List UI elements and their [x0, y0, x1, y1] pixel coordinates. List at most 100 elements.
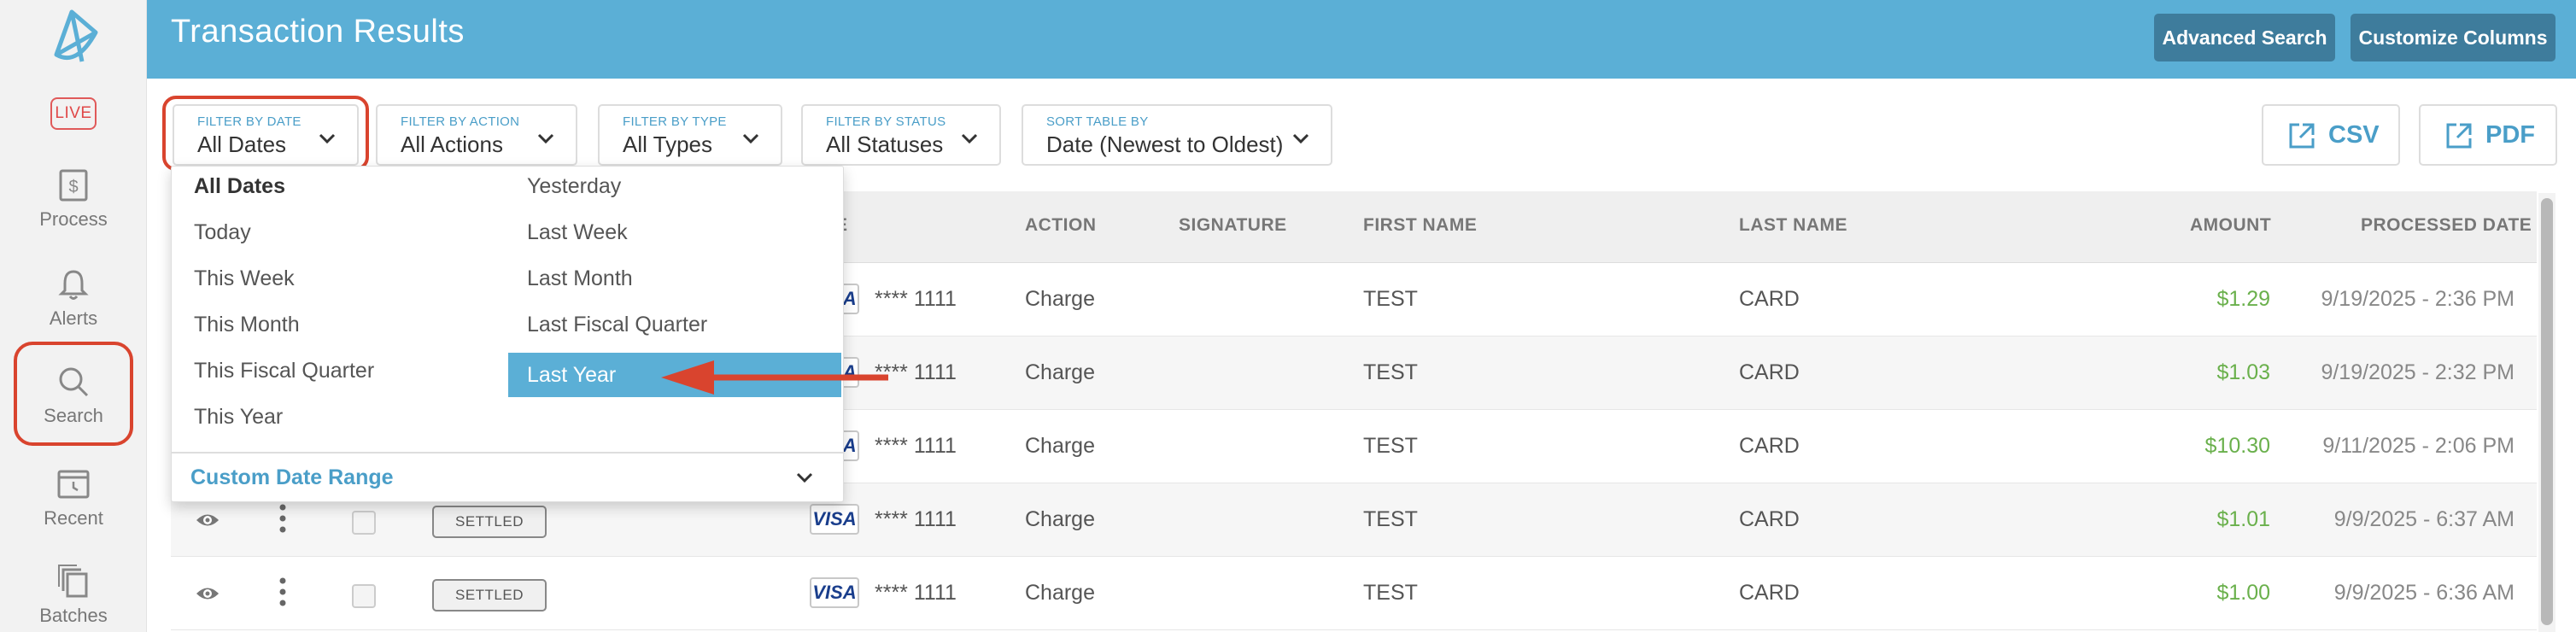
app-logo-icon[interactable]: [46, 7, 101, 68]
first-name-cell: TEST: [1363, 434, 1418, 458]
advanced-search-button[interactable]: Advanced Search: [2154, 14, 2335, 61]
sidebar-item-label: Alerts: [49, 307, 98, 329]
action-cell: Charge: [1025, 581, 1095, 605]
column-header-signature[interactable]: SIGNATURE: [1179, 215, 1287, 236]
date-option-last-fiscal-quarter[interactable]: Last Fiscal Quarter: [527, 305, 707, 344]
filter-status-dropdown[interactable]: FILTER BY STATUS All Statuses: [801, 104, 1001, 166]
action-cell: Charge: [1025, 287, 1095, 311]
eye-icon[interactable]: [195, 582, 220, 605]
date-option-this-fiscal-quarter[interactable]: This Fiscal Quarter: [194, 351, 374, 390]
sort-table-label: SORT TABLE BY: [1046, 114, 1149, 129]
processed-date-cell: 9/11/2025 - 2:06 PM: [2322, 434, 2515, 458]
chevron-down-icon: [1292, 133, 1309, 144]
chevron-down-icon: [742, 133, 759, 144]
processed-date-cell: 9/19/2025 - 2:36 PM: [2321, 287, 2515, 311]
more-options-icon[interactable]: [278, 504, 287, 533]
column-header-processed-date[interactable]: PROCESSED DATE: [2361, 215, 2532, 236]
amount-cell: $1.03: [2216, 360, 2270, 384]
annotation-highlight-date-filter: [162, 96, 369, 171]
header-bar: Transaction Results Advanced Search Cust…: [147, 0, 2576, 79]
amount-cell: $10.30: [2204, 434, 2270, 458]
column-header-action[interactable]: ACTION: [1025, 215, 1097, 236]
app-window: LIVE $ Process Alerts Search Recent Batc…: [0, 0, 2576, 632]
filter-type-dropdown[interactable]: FILTER BY TYPE All Types: [598, 104, 782, 166]
last-name-cell: CARD: [1739, 581, 1800, 605]
sort-table-dropdown[interactable]: SORT TABLE BY Date (Newest to Oldest): [1022, 104, 1332, 166]
custom-date-range-toggle[interactable]: Custom Date Range: [172, 452, 845, 503]
processed-date-cell: 9/19/2025 - 2:32 PM: [2321, 360, 2515, 384]
sidebar-item-label: Search: [44, 405, 103, 426]
filter-status-value: All Statuses: [826, 132, 944, 157]
action-cell: Charge: [1025, 507, 1095, 531]
card-number: **** 1111: [875, 507, 957, 531]
row-checkbox[interactable]: [352, 511, 376, 535]
table-scrollbar[interactable]: [2538, 193, 2556, 632]
row-checkbox[interactable]: [352, 584, 376, 608]
more-options-icon[interactable]: [278, 577, 287, 606]
card-number: **** 1111: [875, 287, 957, 311]
sidebar-item-batches[interactable]: Batches: [17, 564, 130, 632]
external-link-icon: [2446, 123, 2472, 149]
chevron-down-icon: [961, 133, 978, 144]
eye-icon[interactable]: [195, 509, 220, 531]
page-title: Transaction Results: [171, 14, 465, 50]
pdf-export-button[interactable]: PDF: [2419, 104, 2557, 166]
last-name-cell: CARD: [1739, 287, 1800, 311]
stacked-pages-icon: [58, 565, 88, 598]
date-option-last-week[interactable]: Last Week: [527, 213, 628, 252]
processed-date-cell: 9/9/2025 - 6:36 AM: [2333, 581, 2515, 605]
date-option-this-year[interactable]: This Year: [194, 397, 283, 436]
first-name-cell: TEST: [1363, 507, 1418, 531]
card-number: **** 1111: [875, 434, 957, 458]
annotation-arrow-icon: [661, 360, 888, 395]
date-option-all-dates[interactable]: All Dates: [194, 167, 285, 206]
bell-icon: [58, 270, 89, 300]
sidebar: LIVE $ Process Alerts Search Recent Batc…: [0, 0, 147, 632]
card-number: **** 1111: [875, 581, 957, 605]
amount-cell: $1.00: [2216, 581, 2270, 605]
date-option-today[interactable]: Today: [194, 213, 251, 252]
csv-label: CSV: [2328, 121, 2380, 149]
first-name-cell: TEST: [1363, 287, 1418, 311]
action-cell: Charge: [1025, 434, 1095, 458]
first-name-cell: TEST: [1363, 360, 1418, 384]
first-name-cell: TEST: [1363, 581, 1418, 605]
date-option-this-week[interactable]: This Week: [194, 259, 295, 298]
chevron-down-icon: [537, 133, 554, 144]
sidebar-item-recent[interactable]: Recent: [17, 466, 130, 552]
action-cell: Charge: [1025, 360, 1095, 384]
filter-action-dropdown[interactable]: FILTER BY ACTION All Actions: [376, 104, 577, 166]
filter-type-label: FILTER BY TYPE: [623, 114, 727, 129]
sort-table-value: Date (Newest to Oldest): [1046, 132, 1284, 157]
filter-status-label: FILTER BY STATUS: [826, 114, 946, 129]
external-link-icon: [2289, 123, 2315, 149]
search-icon: [59, 367, 89, 397]
table-row[interactable]: SETTLED VISA **** 1111 Charge TEST CARD …: [171, 557, 2537, 630]
sidebar-item-search[interactable]: Search: [14, 342, 133, 446]
sidebar-item-label: Recent: [44, 507, 103, 529]
sidebar-item-alerts[interactable]: Alerts: [17, 266, 130, 352]
last-name-cell: CARD: [1739, 360, 1800, 384]
date-option-last-month[interactable]: Last Month: [527, 259, 633, 298]
sidebar-item-label: Process: [39, 208, 108, 230]
custom-date-range-label: Custom Date Range: [190, 465, 394, 489]
date-option-yesterday[interactable]: Yesterday: [527, 167, 621, 206]
scrollbar-thumb[interactable]: [2541, 198, 2553, 625]
status-badge: SETTLED: [432, 506, 547, 538]
customize-columns-button[interactable]: Customize Columns: [2351, 14, 2556, 61]
filter-type-value: All Types: [623, 132, 713, 157]
dollar-receipt-icon: $: [59, 169, 88, 202]
column-header-last-name[interactable]: LAST NAME: [1739, 215, 1847, 236]
sidebar-item-process[interactable]: $ Process: [17, 167, 130, 253]
amount-cell: $1.01: [2216, 507, 2270, 531]
last-name-cell: CARD: [1739, 434, 1800, 458]
processed-date-cell: 9/9/2025 - 6:37 AM: [2333, 507, 2515, 531]
column-header-first-name[interactable]: FIRST NAME: [1363, 215, 1477, 236]
svg-text:$: $: [68, 178, 78, 196]
status-badge: SETTLED: [432, 579, 547, 612]
column-header-amount[interactable]: AMOUNT: [2190, 215, 2271, 236]
visa-card-icon: VISA: [810, 504, 859, 535]
date-option-this-month[interactable]: This Month: [194, 305, 300, 344]
live-badge: LIVE: [50, 97, 97, 130]
csv-export-button[interactable]: CSV: [2262, 104, 2400, 166]
